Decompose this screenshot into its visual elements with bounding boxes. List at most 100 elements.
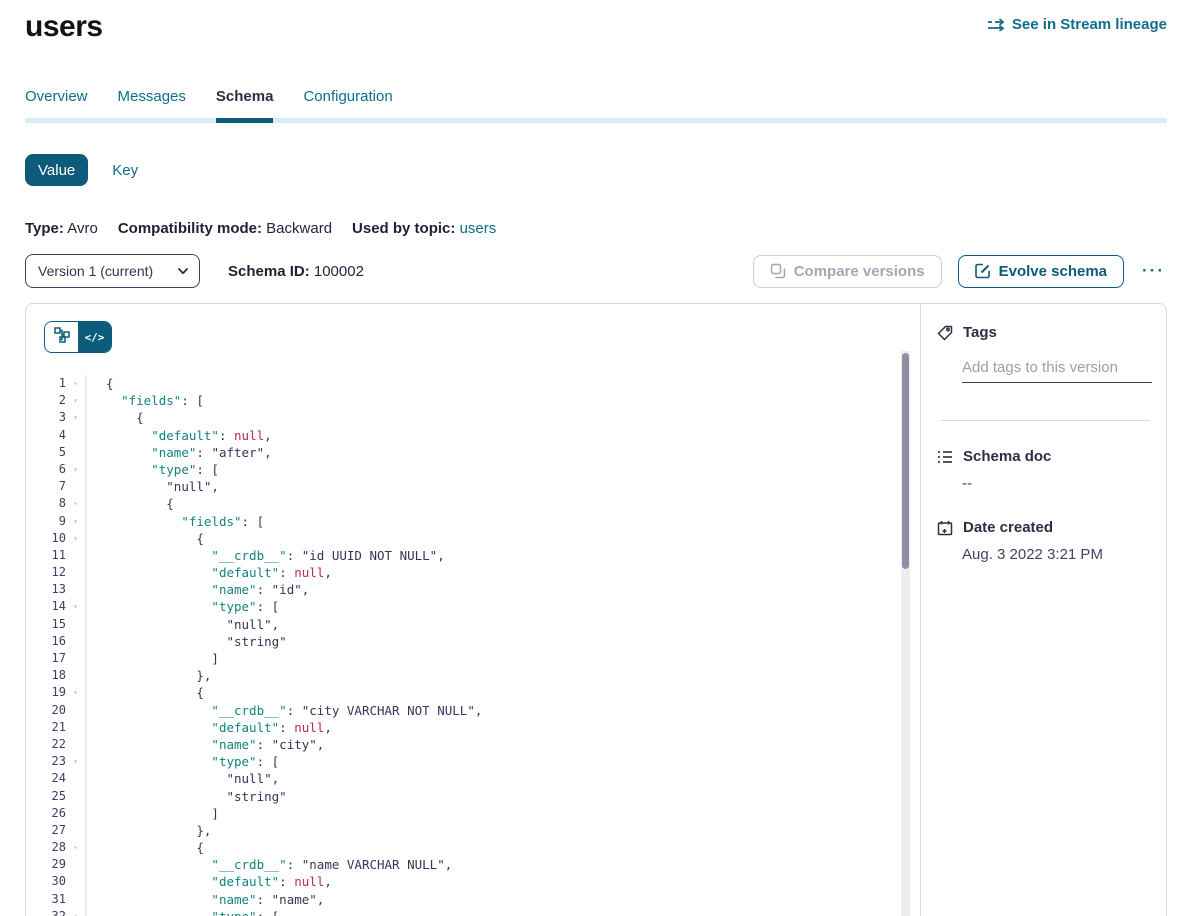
code-text: "type": [: [85, 598, 279, 615]
code-line: 28▾ {: [26, 839, 920, 856]
used-by-topic-label: Used by topic:: [352, 220, 455, 237]
code-line: 8▾ {: [26, 495, 920, 512]
code-line: 3▾ {: [26, 409, 920, 426]
line-number: 32: [26, 908, 66, 916]
fold-toggle-icon[interactable]: ▾: [66, 461, 85, 478]
scrollbar-thumb[interactable]: [902, 353, 909, 569]
line-number: 15: [26, 616, 66, 633]
schema-type-value: Avro: [67, 220, 98, 237]
fold-toggle-icon[interactable]: ▾: [66, 513, 85, 530]
code-text: "default": null,: [85, 427, 272, 444]
fold-toggle-icon[interactable]: ▾: [66, 530, 85, 547]
stream-lineage-link[interactable]: See in Stream lineage: [988, 16, 1167, 33]
code-line: 29 "__crdb__": "name VARCHAR NULL",: [26, 856, 920, 873]
fold-toggle-icon[interactable]: ▾: [66, 375, 85, 392]
code-line: 30 "default": null,: [26, 873, 920, 890]
topbar: users See in Stream lineage: [25, 10, 1167, 44]
fold-toggle-icon[interactable]: ▾: [66, 495, 85, 512]
code-line: 9▾ "fields": [: [26, 513, 920, 530]
code-line: 24 "null",: [26, 770, 920, 787]
schema-type-label: Type:: [25, 220, 64, 237]
schema-meta-row: Type: Avro Compatibility mode: Backward …: [25, 220, 1167, 237]
stream-lineage-label: See in Stream lineage: [1012, 16, 1167, 33]
code-line: 22 "name": "city",: [26, 736, 920, 753]
line-number: 25: [26, 788, 66, 805]
topic-link[interactable]: users: [460, 220, 497, 237]
line-number: 10: [26, 530, 66, 547]
stream-lineage-icon: [988, 18, 1005, 32]
schema-type: Type: Avro: [25, 220, 98, 237]
code-view-button[interactable]: </>: [78, 322, 111, 352]
tab-configuration[interactable]: Configuration: [303, 88, 392, 118]
list-icon: [937, 449, 953, 465]
calendar-plus-icon: [937, 520, 953, 536]
compare-versions-icon: [770, 263, 786, 279]
code-line: 7 "null",: [26, 478, 920, 495]
code-line: 25 "string": [26, 788, 920, 805]
code-line: 32▾ "type": [: [26, 908, 920, 916]
schema-id-label: Schema ID:: [228, 263, 310, 280]
date-created-value: Aug. 3 2022 3:21 PM: [962, 546, 1150, 563]
fold-toggle-icon[interactable]: ▾: [66, 753, 85, 770]
tab-schema[interactable]: Schema: [216, 88, 274, 118]
compare-versions-label: Compare versions: [794, 263, 925, 280]
schema-id: Schema ID: 100002: [228, 263, 364, 280]
sidebar-divider: [941, 420, 1150, 421]
code-line: 12 "default": null,: [26, 564, 920, 581]
code-text: {: [85, 839, 204, 856]
code-line: 21 "default": null,: [26, 719, 920, 736]
fold-toggle-icon[interactable]: ▾: [66, 598, 85, 615]
tree-view-button[interactable]: [45, 322, 78, 352]
line-number: 2: [26, 392, 66, 409]
line-number: 20: [26, 702, 66, 719]
code-line: 31 "name": "name",: [26, 891, 920, 908]
schema-page: users See in Stream lineage Overview Mes…: [0, 0, 1189, 916]
code-text: "string": [85, 788, 287, 805]
fold-toggle-icon[interactable]: ▾: [66, 839, 85, 856]
evolve-schema-label: Evolve schema: [999, 263, 1107, 280]
key-toggle-link[interactable]: Key: [112, 162, 138, 179]
code-line: 13 "name": "id",: [26, 581, 920, 598]
line-number: 16: [26, 633, 66, 650]
code-editor[interactable]: 1▾ {2▾ "fields": [3▾ {4 "default": null,…: [26, 375, 920, 916]
schema-doc-heading: Schema doc: [937, 448, 1150, 465]
fold-toggle-icon[interactable]: ▾: [66, 908, 85, 916]
tag-icon: [937, 325, 953, 341]
line-number: 30: [26, 873, 66, 890]
schema-doc-value: --: [962, 475, 1150, 492]
code-line: 16 "string": [26, 633, 920, 650]
line-number: 17: [26, 650, 66, 667]
code-text: "default": null,: [85, 564, 332, 581]
side-panel: Tags Schema doc --: [920, 304, 1166, 916]
line-number: 8: [26, 495, 66, 512]
line-number: 9: [26, 513, 66, 530]
line-number: 7: [26, 478, 66, 495]
fold-toggle-icon[interactable]: ▾: [66, 392, 85, 409]
version-select[interactable]: Version 1 (current): [25, 254, 200, 288]
line-number: 14: [26, 598, 66, 615]
code-text: "null",: [85, 770, 279, 787]
code-text: "null",: [85, 616, 279, 633]
code-text: {: [85, 375, 114, 392]
compare-versions-button[interactable]: Compare versions: [753, 255, 942, 288]
value-toggle-button[interactable]: Value: [25, 154, 88, 186]
fold-toggle-icon[interactable]: ▾: [66, 684, 85, 701]
add-tags-input[interactable]: [962, 356, 1152, 383]
tab-messages[interactable]: Messages: [118, 88, 186, 118]
tags-heading-label: Tags: [963, 324, 997, 341]
tab-overview[interactable]: Overview: [25, 88, 88, 118]
code-text: "name": "name",: [85, 891, 324, 908]
line-number: 1: [26, 375, 66, 392]
more-actions-button[interactable]: ···: [1140, 261, 1167, 281]
line-number: 24: [26, 770, 66, 787]
line-number: 6: [26, 461, 66, 478]
evolve-schema-button[interactable]: Evolve schema: [958, 255, 1124, 288]
fold-toggle-icon[interactable]: ▾: [66, 409, 85, 426]
code-line: 27 },: [26, 822, 920, 839]
line-number: 21: [26, 719, 66, 736]
version-select-wrap: Version 1 (current): [25, 254, 200, 288]
code-line: 26 ]: [26, 805, 920, 822]
scrollbar-track[interactable]: [901, 351, 910, 916]
code-line: 1▾ {: [26, 375, 920, 392]
code-text: "name": "city",: [85, 736, 324, 753]
